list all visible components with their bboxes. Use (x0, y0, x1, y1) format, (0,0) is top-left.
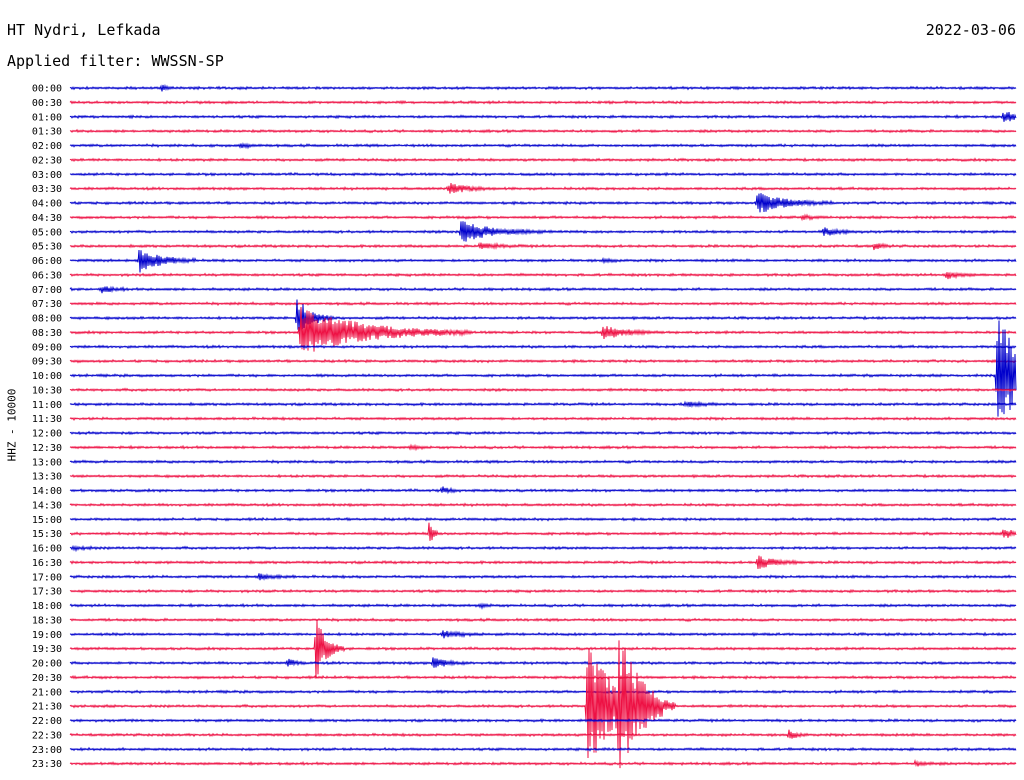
trace-line (69, 416, 1017, 422)
tick-label: 22:00 (32, 716, 62, 727)
tick-label: 12:00 (32, 429, 62, 440)
tick-label: 01:00 (32, 112, 62, 123)
tick-label: 09:00 (32, 342, 62, 353)
tick-label: 11:30 (32, 414, 62, 425)
trace-line (69, 249, 1017, 273)
trace-line (69, 157, 1017, 163)
trace-line (69, 307, 1017, 352)
tick-label: 16:00 (32, 544, 62, 555)
tick-label: 07:30 (32, 299, 62, 310)
trace-line (69, 657, 1017, 668)
tick-label: 09:30 (32, 357, 62, 368)
tick-label: 21:00 (32, 687, 62, 698)
trace-line (69, 242, 1017, 251)
trace-line (69, 142, 1017, 150)
trace-line (69, 674, 1017, 681)
tick-label: 18:30 (32, 615, 62, 626)
tick-label: 00:00 (32, 84, 62, 95)
tick-label: 17:30 (32, 587, 62, 598)
tick-label: 06:30 (32, 270, 62, 281)
trace-line (69, 285, 1017, 294)
tick-label: 22:30 (32, 730, 62, 741)
trace-line (69, 759, 1017, 767)
tick-label: 14:30 (32, 500, 62, 511)
trace-line (69, 522, 1017, 541)
trace-line (69, 555, 1017, 569)
tick-label: 17:00 (32, 572, 62, 583)
tick-label: 04:30 (32, 213, 62, 224)
tick-label: 07:00 (32, 285, 62, 296)
trace-line (69, 193, 1017, 213)
tick-label: 03:00 (32, 170, 62, 181)
tick-label: 02:30 (32, 155, 62, 166)
trace-line (69, 516, 1017, 522)
tick-label: 13:30 (32, 472, 62, 483)
trace-line (69, 573, 1017, 581)
trace-line (69, 430, 1017, 436)
trace-line (69, 459, 1017, 465)
trace-line (69, 746, 1017, 752)
trace-line (69, 171, 1017, 177)
tick-label: 13:00 (32, 457, 62, 468)
trace-line (69, 99, 1017, 105)
tick-label: 16:30 (32, 558, 62, 569)
trace-line (69, 473, 1017, 479)
tick-label: 12:30 (32, 443, 62, 454)
tick-label: 08:00 (32, 314, 62, 325)
tick-label: 10:00 (32, 371, 62, 382)
tick-label: 14:00 (32, 486, 62, 497)
trace-line (69, 112, 1017, 122)
tick-label: 20:00 (32, 659, 62, 670)
trace-line (69, 344, 1017, 350)
tick-label: 10:30 (32, 385, 62, 396)
tick-label: 15:00 (32, 515, 62, 526)
trace-line (69, 128, 1017, 134)
tick-label: 23:00 (32, 745, 62, 756)
tick-label: 01:30 (32, 127, 62, 138)
trace-line (69, 729, 1017, 739)
tick-label: 23:30 (32, 759, 62, 770)
tick-label: 18:00 (32, 601, 62, 612)
trace-line (69, 358, 1017, 364)
trace-line (69, 443, 1017, 452)
tick-label: 20:30 (32, 673, 62, 684)
tick-label: 05:30 (32, 242, 62, 253)
trace-line (69, 221, 1017, 242)
trace-line (69, 486, 1017, 495)
trace-line (69, 619, 1017, 679)
trace-line (69, 301, 1017, 307)
tick-label: 08:30 (32, 328, 62, 339)
trace-line (69, 320, 1017, 417)
tick-label: 06:00 (32, 256, 62, 267)
trace-line (69, 400, 1017, 409)
trace-line (69, 544, 1017, 553)
tick-label: 19:00 (32, 630, 62, 641)
tick-label: 02:00 (32, 141, 62, 152)
trace-line (69, 630, 1017, 639)
tick-label: 19:30 (32, 644, 62, 655)
trace-line (69, 83, 1017, 92)
trace-line (69, 588, 1017, 594)
trace-line (69, 271, 1017, 280)
trace-line (69, 602, 1017, 610)
helicorder-plot: 00:00 00:30 01:00 01:30 02:00 02:30 03:00 03:30… (32, 83, 1017, 770)
trace-line (69, 689, 1017, 695)
trace-line (69, 617, 1017, 623)
trace-line (69, 387, 1017, 393)
trace-line (69, 183, 1017, 194)
trace-line (69, 502, 1017, 508)
tick-label: 05:00 (32, 227, 62, 238)
trace-line (69, 213, 1017, 222)
tick-label: 00:30 (32, 98, 62, 109)
tick-label: 11:00 (32, 400, 62, 411)
tick-label: 21:30 (32, 702, 62, 713)
tick-label: 03:30 (32, 184, 62, 195)
tick-label: 04:00 (32, 199, 62, 210)
tick-label: 15:30 (32, 529, 62, 540)
trace-line (69, 717, 1017, 724)
